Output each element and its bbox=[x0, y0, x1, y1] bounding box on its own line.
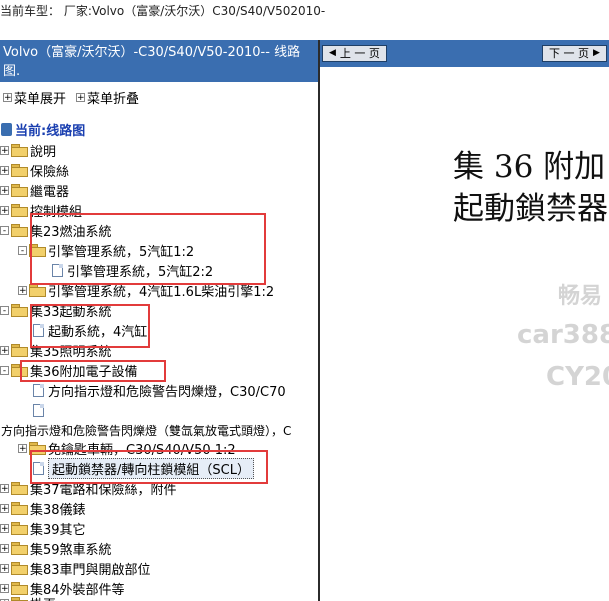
tree-item[interactable]: + 集83車門與開啟部位 bbox=[0, 558, 151, 578]
folder-icon bbox=[11, 344, 28, 357]
tree-item-label[interactable]: 集59煞車系統 bbox=[30, 539, 112, 558]
document-icon bbox=[33, 403, 44, 417]
minus-icon[interactable]: - bbox=[0, 305, 9, 315]
tree-item[interactable]: + 保險絲 bbox=[0, 160, 69, 180]
plus-icon[interactable]: + bbox=[0, 503, 9, 513]
tree-item-label[interactable]: 集83車門與開啟部位 bbox=[30, 559, 151, 578]
plus-icon[interactable]: + bbox=[0, 543, 9, 553]
tree-item-label[interactable]: 方向指示燈和危險警告閃爍燈（雙氙氣放電式頭燈），C bbox=[1, 422, 291, 439]
tree-item[interactable]: + 說明 bbox=[0, 140, 56, 160]
plus-icon[interactable]: + bbox=[18, 443, 27, 453]
book-icon bbox=[1, 122, 12, 136]
plus-icon[interactable]: + bbox=[18, 285, 27, 295]
prev-page-label: 上 一 页 bbox=[339, 47, 380, 60]
tree-item-label[interactable]: 說明 bbox=[30, 141, 56, 160]
document-icon bbox=[33, 383, 44, 397]
tree-item-label[interactable]: 繼電器 bbox=[30, 181, 69, 200]
diagram-title-line2: 起動鎖禁器 bbox=[453, 191, 608, 227]
minus-icon[interactable]: - bbox=[0, 365, 9, 375]
folder-icon bbox=[11, 164, 28, 177]
tree-item-label[interactable]: 方向指示燈和危險警告閃爍燈，C30/C70 bbox=[48, 381, 286, 400]
tree-panel: Volvo（富豪/沃尔沃）-C30/S40/V50-2010-- 线路图. + … bbox=[0, 40, 318, 601]
tree-panel-header: Volvo（富豪/沃尔沃）-C30/S40/V50-2010-- 线路图. bbox=[0, 40, 318, 82]
folder-icon bbox=[29, 284, 46, 297]
tree-item[interactable]: + 集39其它 bbox=[0, 518, 86, 538]
plus-icon[interactable]: + bbox=[0, 205, 9, 215]
prev-page-button[interactable]: ◀ 上 一 页 bbox=[322, 45, 387, 62]
next-page-button[interactable]: 下 一 页 ▶ bbox=[542, 45, 607, 62]
watermark-text: car388 bbox=[517, 320, 609, 350]
plus-icon[interactable]: + bbox=[0, 523, 9, 533]
folder-icon bbox=[11, 482, 28, 495]
expand-icon[interactable]: + bbox=[3, 92, 12, 102]
watermark-text: 畅易 bbox=[558, 284, 603, 309]
arrow-left-icon: ◀ bbox=[329, 48, 336, 58]
plus-icon[interactable]: + bbox=[0, 185, 9, 195]
annotation-box bbox=[30, 450, 268, 484]
tree-item[interactable]: + 集38儀錶 bbox=[0, 498, 86, 518]
menu-expand-link[interactable]: 菜单展开 bbox=[14, 88, 66, 107]
annotation-box bbox=[20, 360, 166, 382]
tree-item[interactable]: 方向指示燈和危險警告閃爍燈，C30/C70 bbox=[33, 380, 286, 400]
menu-controls: + 菜单展开 + 菜单折叠 bbox=[0, 87, 141, 107]
tree-root[interactable]: 当前:线路图 bbox=[1, 119, 85, 139]
tree-item[interactable]: + 繼電器 bbox=[0, 180, 69, 200]
folder-icon bbox=[11, 597, 28, 601]
plus-icon[interactable]: + bbox=[0, 145, 9, 155]
minus-icon[interactable]: - bbox=[18, 245, 27, 255]
page-nav-bar: ◀ 上 一 页 下 一 页 ▶ bbox=[320, 40, 609, 67]
tree-item-label[interactable]: 掛頁 bbox=[30, 594, 56, 601]
content-panel: ◀ 上 一 页 下 一 页 ▶ 集 36 附加 起動鎖禁器 畅易 car388 … bbox=[320, 40, 609, 601]
plus-icon[interactable]: + bbox=[0, 583, 9, 593]
folder-open-icon bbox=[11, 304, 28, 317]
tree-item[interactable]: 方向指示燈和危險警告閃爍燈（雙氙氣放電式頭燈），C bbox=[1, 420, 291, 440]
minus-icon[interactable]: - bbox=[0, 225, 9, 235]
folder-icon bbox=[11, 502, 28, 515]
folder-icon bbox=[11, 542, 28, 555]
folder-icon bbox=[11, 562, 28, 575]
annotation-box bbox=[30, 304, 150, 348]
next-page-label: 下 一 页 bbox=[549, 47, 589, 60]
tree-item[interactable]: +掛頁 bbox=[0, 593, 56, 601]
folder-open-icon bbox=[11, 224, 28, 237]
plus-icon[interactable]: + bbox=[0, 345, 9, 355]
tree-item[interactable] bbox=[33, 400, 48, 420]
tree-item-label[interactable]: 保險絲 bbox=[30, 161, 69, 180]
plus-icon[interactable]: + bbox=[0, 563, 9, 573]
folder-icon bbox=[11, 184, 28, 197]
watermark-text: CY20 bbox=[546, 362, 609, 392]
current-model-text: 当前车型： 厂家:Volvo（富豪/沃尔沃）C30/S40/V502010- bbox=[0, 4, 326, 18]
plus-icon[interactable]: + bbox=[0, 165, 9, 175]
folder-icon bbox=[11, 204, 28, 217]
collapse-icon[interactable]: + bbox=[76, 92, 86, 102]
tree-item[interactable]: + 集59煞車系統 bbox=[0, 538, 112, 558]
tree-item-label[interactable]: 集38儀錶 bbox=[30, 499, 86, 518]
diagram-title-line1: 集 36 附加 bbox=[453, 149, 606, 185]
arrow-right-icon: ▶ bbox=[593, 48, 600, 58]
folder-icon bbox=[11, 522, 28, 535]
top-bar: 当前车型： 厂家:Volvo（富豪/沃尔沃）C30/S40/V502010- bbox=[0, 0, 609, 40]
plus-icon[interactable]: + bbox=[0, 483, 9, 493]
current-location[interactable]: 当前:线路图 bbox=[15, 120, 85, 139]
folder-icon bbox=[11, 144, 28, 157]
menu-collapse-link[interactable]: 菜单折叠 bbox=[87, 88, 139, 107]
annotation-box bbox=[30, 213, 266, 285]
tree-item-label[interactable]: 集39其它 bbox=[30, 519, 86, 538]
